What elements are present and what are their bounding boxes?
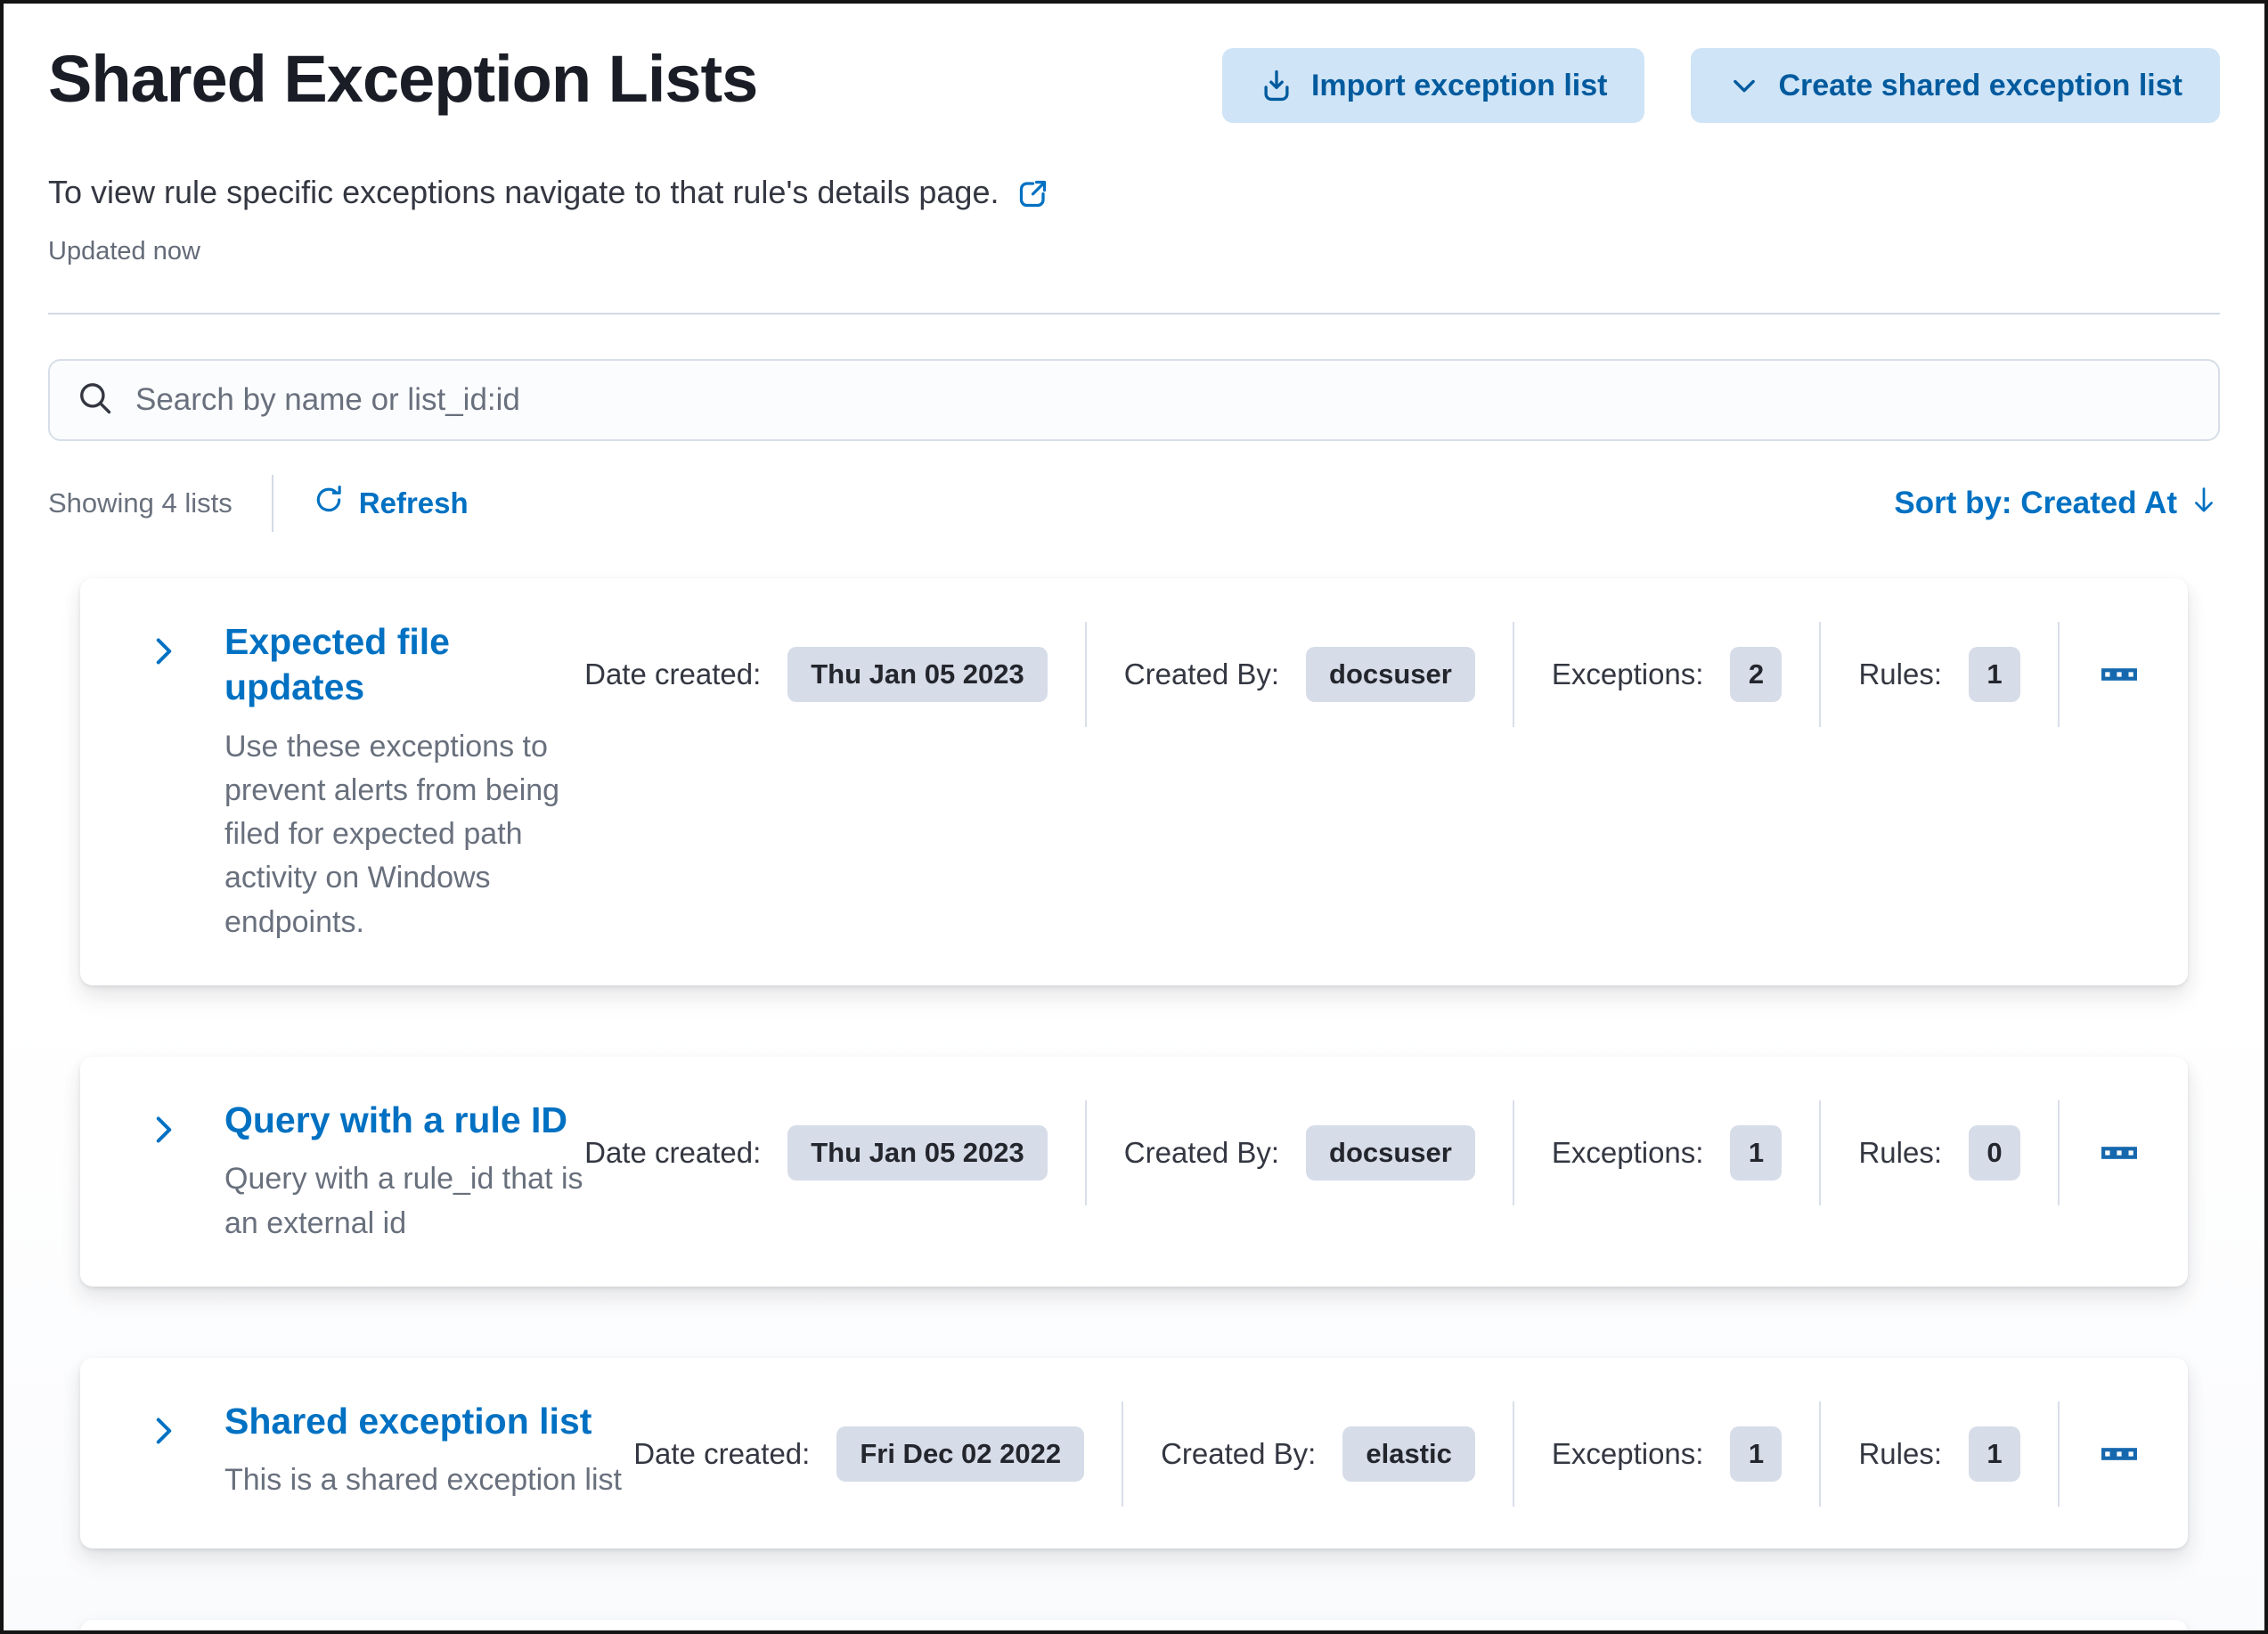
rules-label: Rules: [1858,1135,1942,1169]
created-by-badge: docsuser [1306,1124,1475,1181]
meta-divider [1512,1401,1514,1507]
expand-chevron-button[interactable] [146,633,182,672]
exceptions-count-badge: 1 [1730,1426,1783,1482]
meta-divider [2058,1099,2060,1205]
refresh-icon [313,484,345,523]
card-actions-menu-button[interactable] [2101,1134,2138,1172]
date-created-badge: Fri Dec 02 2022 [836,1426,1085,1482]
import-exception-list-button[interactable]: Import exception list [1221,48,1645,123]
created-by-label: Created By: [1161,1436,1317,1470]
created-by-label: Created By: [1123,1135,1280,1169]
import-button-label: Import exception list [1310,68,1608,102]
exception-list-description: Use these exceptions to prevent alerts f… [224,729,560,939]
created-by-badge: docsuser [1306,647,1475,702]
exception-list-card: Endpoint Security Exception List Endpoin… [80,1619,2188,1630]
meta-divider [1122,1401,1124,1507]
exceptions-label: Exceptions: [1551,658,1704,690]
page-header: Shared Exception Lists Import exception … [48,41,2220,123]
date-created-label: Date created: [584,1135,762,1169]
rules-label: Rules: [1858,1436,1942,1470]
vertical-divider [271,475,273,532]
chevron-down-icon [1728,69,1760,102]
date-created-badge: Thu Jan 05 2023 [787,1124,1048,1181]
sort-by-button[interactable]: Sort by: Created At [1894,484,2220,524]
refresh-button[interactable]: Refresh [313,484,469,523]
rules-count-badge: 0 [1969,1124,2020,1181]
showing-count-text: Showing 4 lists [48,487,233,519]
meta-divider [2058,622,2060,727]
exception-list-card: Expected file updates Use these exceptio… [80,578,2188,985]
expand-chevron-button[interactable] [146,1413,182,1451]
header-buttons: Import exception list Create shared exce… [1221,48,2220,123]
exception-list-title-link[interactable]: Expected file updates [224,619,584,711]
exceptions-label: Exceptions: [1551,1436,1704,1470]
created-by-badge: elastic [1342,1426,1475,1482]
expand-chevron-button[interactable] [146,1112,182,1150]
date-created-label: Date created: [633,1436,811,1470]
exceptions-count-badge: 1 [1730,1124,1783,1181]
header-divider [48,313,2220,315]
page-title: Shared Exception Lists [48,42,758,116]
meta-divider [1819,1099,1822,1205]
refresh-button-label: Refresh [358,486,469,519]
meta-divider [1512,1099,1514,1205]
search-input[interactable] [135,382,2191,418]
sort-button-label: Sort by: Created At [1894,486,2177,520]
meta-divider [1084,622,1087,727]
date-created-label: Date created: [584,658,762,690]
exception-list-card: Query with a rule ID Query with a rule_i… [80,1056,2188,1287]
create-shared-exception-list-button[interactable]: Create shared exception list [1691,48,2220,123]
meta-divider [1084,1099,1087,1205]
exception-list-title-link[interactable]: Shared exception list [224,1399,591,1444]
meta-divider [1819,1401,1822,1507]
external-link-icon[interactable] [1015,176,1050,212]
exception-list-description: Query with a rule_id that is an external… [224,1162,583,1240]
arrow-down-icon [2188,484,2220,524]
exception-lists: Expected file updates Use these exceptio… [48,578,2220,1630]
rules-count-badge: 1 [1969,647,2020,702]
rules-count-badge: 1 [1969,1426,2020,1482]
exception-list-title-link[interactable]: Query with a rule ID [224,1098,567,1143]
meta-divider [1512,622,1514,727]
rules-label: Rules: [1858,658,1942,690]
shared-exception-lists-page: Shared Exception Lists Import exception … [0,0,2268,1634]
exception-list-card: Shared exception list This is a shared e… [80,1357,2188,1548]
meta-divider [1819,622,1822,727]
page-subtitle: To view rule specific exceptions navigat… [48,174,999,210]
exception-list-description: This is a shared exception list [224,1463,622,1498]
create-button-label: Create shared exception list [1778,68,2182,102]
import-icon [1260,69,1293,102]
card-actions-menu-button[interactable] [2101,1435,2138,1473]
exceptions-label: Exceptions: [1551,1135,1704,1169]
search-icon [77,380,114,421]
search-bar [48,359,2220,441]
card-actions-menu-button[interactable] [2101,656,2138,693]
date-created-badge: Thu Jan 05 2023 [787,647,1048,702]
updated-timestamp: Updated now [48,237,200,266]
created-by-label: Created By: [1123,658,1280,690]
exceptions-count-badge: 2 [1730,647,1783,702]
meta-divider [2058,1401,2060,1507]
